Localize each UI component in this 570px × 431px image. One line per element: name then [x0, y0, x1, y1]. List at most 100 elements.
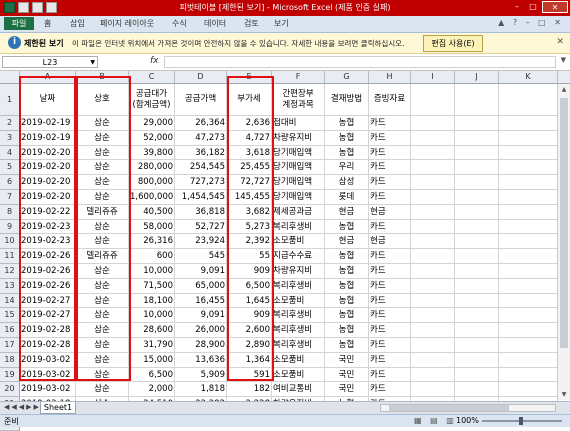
- row-header[interactable]: 11: [0, 249, 20, 264]
- empty-cell[interactable]: [411, 323, 455, 338]
- table-cell[interactable]: 국민: [325, 352, 369, 368]
- table-cell[interactable]: 29,000: [129, 116, 175, 131]
- table-cell[interactable]: 2,890: [227, 338, 272, 353]
- table-cell[interactable]: 카드: [369, 145, 411, 161]
- table-cell[interactable]: 당기매입액: [272, 190, 325, 205]
- table-cell[interactable]: 2019-02-22: [20, 204, 76, 220]
- table-cell[interactable]: 카드: [369, 323, 411, 338]
- table-cell[interactable]: 1,600,000: [129, 190, 175, 205]
- table-cell[interactable]: 카드: [369, 308, 411, 324]
- table-cell[interactable]: 2019-02-28: [20, 323, 76, 338]
- empty-cell[interactable]: [499, 234, 558, 250]
- empty-cell[interactable]: [411, 234, 455, 250]
- empty-cell[interactable]: [411, 249, 455, 264]
- table-cell[interactable]: 삼순: [76, 308, 129, 324]
- table-cell[interactable]: 3,682: [227, 204, 272, 220]
- table-cell[interactable]: 농협: [325, 219, 369, 235]
- table-cell[interactable]: 현금: [325, 204, 369, 220]
- table-cell[interactable]: 2019-02-27: [20, 308, 76, 324]
- table-cell[interactable]: 삼성: [325, 175, 369, 190]
- table-cell[interactable]: 우리: [325, 160, 369, 176]
- table-cell[interactable]: 카드: [369, 130, 411, 146]
- name-box[interactable]: L23 ▼: [2, 56, 98, 68]
- table-cell[interactable]: 18,100: [129, 293, 175, 309]
- empty-cell[interactable]: [411, 278, 455, 294]
- empty-cell[interactable]: [411, 175, 455, 190]
- table-cell[interactable]: 40,500: [129, 204, 175, 220]
- empty-cell[interactable]: [455, 367, 499, 383]
- table-cell[interactable]: 26,316: [129, 234, 175, 250]
- function-icon[interactable]: fx: [150, 56, 159, 66]
- empty-cell[interactable]: [411, 116, 455, 131]
- table-cell[interactable]: 당기매입액: [272, 175, 325, 190]
- table-cell[interactable]: 카드: [369, 352, 411, 368]
- table-cell[interactable]: 삼순: [76, 145, 129, 161]
- table-cell[interactable]: 71,500: [129, 278, 175, 294]
- table-cell[interactable]: 52,727: [175, 219, 227, 235]
- table-cell[interactable]: 16,455: [175, 293, 227, 309]
- table-cell[interactable]: 소모품비: [272, 367, 325, 383]
- table-cell[interactable]: 농협: [325, 323, 369, 338]
- empty-cell[interactable]: [411, 204, 455, 220]
- empty-cell[interactable]: [499, 175, 558, 190]
- table-cell[interactable]: 카드: [369, 338, 411, 353]
- empty-cell[interactable]: [499, 264, 558, 279]
- column-header-c[interactable]: C: [129, 71, 175, 83]
- table-cell[interactable]: 55: [227, 249, 272, 264]
- table-cell[interactable]: 2019-02-20: [20, 190, 76, 205]
- table-cell[interactable]: 델리쥬쥬: [76, 249, 129, 264]
- table-cell[interactable]: 삼순: [76, 264, 129, 279]
- table-cell[interactable]: 6,500: [129, 367, 175, 383]
- tab-insert[interactable]: 삽입: [70, 18, 85, 29]
- empty-cell[interactable]: [499, 352, 558, 368]
- table-cell[interactable]: 2019-02-20: [20, 160, 76, 176]
- column-header-e[interactable]: E: [227, 71, 272, 83]
- table-cell[interactable]: 9,091: [175, 264, 227, 279]
- row-header[interactable]: 10: [0, 234, 20, 250]
- table-cell[interactable]: 현금: [369, 204, 411, 220]
- row-header[interactable]: 16: [0, 323, 20, 338]
- table-cell[interactable]: 26,000: [175, 323, 227, 338]
- empty-cell[interactable]: [499, 293, 558, 309]
- table-cell[interactable]: 145,455: [227, 190, 272, 205]
- tab-review[interactable]: 검토: [244, 18, 259, 29]
- table-cell[interactable]: 2019-02-20: [20, 175, 76, 190]
- table-cell[interactable]: 591: [227, 367, 272, 383]
- table-cell[interactable]: 당기매입액: [272, 160, 325, 176]
- table-cell[interactable]: 280,000: [129, 160, 175, 176]
- row-header[interactable]: 17: [0, 338, 20, 353]
- table-cell[interactable]: 1,818: [175, 382, 227, 398]
- table-cell[interactable]: 농협: [325, 145, 369, 161]
- table-cell[interactable]: 2019-03-02: [20, 352, 76, 368]
- column-header-b[interactable]: B: [76, 71, 129, 83]
- table-cell[interactable]: 차량유지비: [272, 264, 325, 279]
- empty-cell[interactable]: [411, 145, 455, 161]
- header-cell[interactable]: 증빙자료: [369, 84, 411, 116]
- column-header-j[interactable]: J: [455, 71, 499, 83]
- header-cell[interactable]: 날짜: [20, 84, 76, 116]
- table-cell[interactable]: 국민: [325, 367, 369, 383]
- empty-cell[interactable]: [411, 219, 455, 235]
- table-cell[interactable]: 28,600: [129, 323, 175, 338]
- empty-cell[interactable]: [455, 145, 499, 161]
- empty-cell[interactable]: [499, 219, 558, 235]
- row-header[interactable]: 5: [0, 160, 20, 176]
- row-header[interactable]: 13: [0, 278, 20, 294]
- table-cell[interactable]: 2,000: [129, 382, 175, 398]
- table-cell[interactable]: 72,727: [227, 175, 272, 190]
- column-header-f[interactable]: F: [272, 71, 325, 83]
- sheet-tab[interactable]: Sheet1: [40, 402, 76, 414]
- table-cell[interactable]: 접대비: [272, 116, 325, 131]
- table-cell[interactable]: 2019-03-02: [20, 367, 76, 383]
- table-cell[interactable]: 농협: [325, 130, 369, 146]
- empty-cell[interactable]: [411, 367, 455, 383]
- table-cell[interactable]: 2019-02-23: [20, 234, 76, 250]
- table-cell[interactable]: 909: [227, 264, 272, 279]
- table-cell[interactable]: 농협: [325, 308, 369, 324]
- column-header-g[interactable]: G: [325, 71, 369, 83]
- row-header[interactable]: 14: [0, 293, 20, 309]
- empty-cell[interactable]: [499, 84, 558, 116]
- table-cell[interactable]: 47,273: [175, 130, 227, 146]
- empty-cell[interactable]: [499, 278, 558, 294]
- table-cell[interactable]: 카드: [369, 293, 411, 309]
